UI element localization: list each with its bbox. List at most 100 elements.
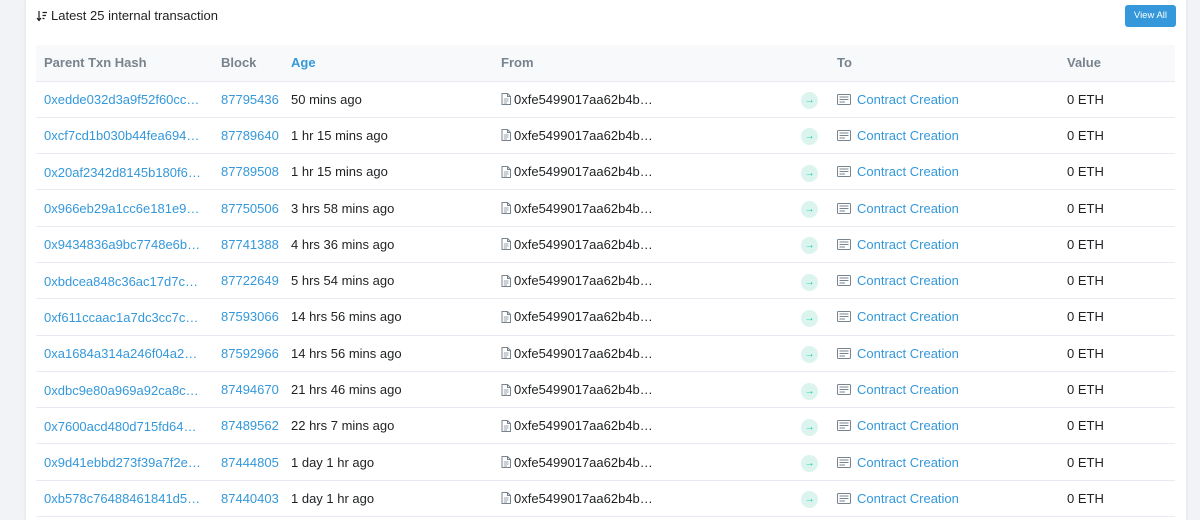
- contract-creation-link[interactable]: Contract Creation: [857, 309, 959, 324]
- age-text: 1 hr 15 mins ago: [291, 164, 388, 180]
- cell-direction: →: [793, 298, 829, 336]
- from-address[interactable]: 0xfe5499017aa62b4b48…: [514, 418, 657, 433]
- block-link[interactable]: 87750506: [221, 201, 279, 216]
- document-icon: [501, 383, 511, 396]
- cell-block: 87795436: [213, 81, 283, 118]
- block-link[interactable]: 87741388: [221, 237, 279, 252]
- cell-parent-txn-hash: 0x9434836a9bc7748e6b…: [36, 226, 213, 263]
- contract-icon: [837, 420, 851, 432]
- cell-block: 87444805: [213, 443, 283, 481]
- value-text: 0 ETH: [1067, 345, 1104, 361]
- block-link[interactable]: 87593066: [221, 309, 279, 324]
- from-address[interactable]: 0xfe5499017aa62b4b48…: [514, 309, 657, 324]
- cell-to: Contract Creation: [829, 298, 1059, 336]
- from-address[interactable]: 0xfe5499017aa62b4b48…: [514, 164, 657, 179]
- from-address[interactable]: 0xfe5499017aa62b4b48…: [514, 237, 657, 252]
- block-link[interactable]: 87444805: [221, 455, 279, 470]
- arrow-right-icon: →: [801, 418, 818, 436]
- cell-direction: →: [793, 81, 829, 118]
- contract-creation-link[interactable]: Contract Creation: [857, 491, 959, 506]
- cell-parent-txn-hash: 0x7600acd480d715fd64…: [36, 407, 213, 445]
- document-icon: [501, 93, 511, 106]
- block-link[interactable]: 87789508: [221, 164, 279, 179]
- block-link[interactable]: 87489562: [221, 418, 279, 433]
- parent-txn-hash-link[interactable]: 0x7600acd480d715fd64…: [44, 419, 197, 434]
- from-address[interactable]: 0xfe5499017aa62b4b48…: [514, 382, 657, 397]
- cell-age: 21 hrs 46 mins ago: [283, 371, 493, 409]
- block-link[interactable]: 87440403: [221, 491, 279, 506]
- cell-from: 0xfe5499017aa62b4b48…: [493, 335, 793, 372]
- cell-age: 50 mins ago: [283, 81, 493, 118]
- cell-to: Contract Creation: [829, 443, 1059, 481]
- value-text: 0 ETH: [1067, 200, 1104, 216]
- cell-direction: →: [793, 226, 829, 263]
- table-row: 0x7600acd480d715fd64… 87489562 22 hrs 7 …: [36, 407, 1175, 445]
- document-icon: [501, 129, 511, 142]
- cell-parent-txn-hash: 0xcf7cd1b030b44fea694…: [36, 117, 213, 155]
- parent-txn-hash-link[interactable]: 0x9434836a9bc7748e6b…: [44, 237, 200, 252]
- contract-icon: [837, 384, 851, 396]
- from-address[interactable]: 0xfe5499017aa62b4b48…: [514, 491, 657, 506]
- value-text: 0 ETH: [1067, 91, 1104, 107]
- parent-txn-hash-link[interactable]: 0x966eb29a1cc6e181e9…: [44, 201, 199, 216]
- contract-icon: [837, 202, 851, 214]
- age-text: 14 hrs 56 mins ago: [291, 309, 402, 325]
- parent-txn-hash-link[interactable]: 0xedde032d3a9f52f60cc…: [44, 92, 199, 107]
- block-link[interactable]: 87592966: [221, 346, 279, 361]
- parent-txn-hash-link[interactable]: 0x9d41ebbd273f39a7f2e…: [44, 455, 201, 470]
- parent-txn-hash-link[interactable]: 0xa1684a314a246f04a2…: [44, 346, 197, 361]
- block-link[interactable]: 87789640: [221, 128, 279, 143]
- cell-from: 0xfe5499017aa62b4b48…: [493, 117, 793, 155]
- from-address[interactable]: 0xfe5499017aa62b4b48…: [514, 455, 657, 470]
- parent-txn-hash-link[interactable]: 0xcf7cd1b030b44fea694…: [44, 128, 199, 143]
- cell-block: 87750506: [213, 189, 283, 227]
- cell-direction: →: [793, 262, 829, 300]
- parent-txn-hash-link[interactable]: 0xdbc9e80a969a92ca8c…: [44, 383, 199, 398]
- block-link[interactable]: 87494670: [221, 382, 279, 397]
- contract-creation-link[interactable]: Contract Creation: [857, 455, 959, 470]
- table-row: 0x9434836a9bc7748e6b… 87741388 4 hrs 36 …: [36, 226, 1175, 263]
- table-row: 0x966eb29a1cc6e181e9… 87750506 3 hrs 58 …: [36, 189, 1175, 227]
- cell-from: 0xfe5499017aa62b4b48…: [493, 189, 793, 227]
- card-title-text: Latest 25 internal transaction: [51, 8, 218, 23]
- cell-direction: →: [793, 189, 829, 227]
- parent-txn-hash-link[interactable]: 0xf611ccaac1a7dc3cc7c…: [44, 310, 198, 325]
- from-address[interactable]: 0xfe5499017aa62b4b48…: [514, 346, 657, 361]
- cell-age: 5 hrs 54 mins ago: [283, 262, 493, 300]
- cell-parent-txn-hash: 0x20af2342d8145b180f6…: [36, 153, 213, 191]
- from-address[interactable]: 0xfe5499017aa62b4b48…: [514, 92, 657, 107]
- contract-creation-link[interactable]: Contract Creation: [857, 237, 959, 252]
- cell-value: 0 ETH: [1059, 117, 1175, 155]
- cell-to: Contract Creation: [829, 335, 1059, 372]
- contract-creation-link[interactable]: Contract Creation: [857, 273, 959, 288]
- sort-icon[interactable]: [36, 10, 48, 22]
- contract-creation-link[interactable]: Contract Creation: [857, 128, 959, 143]
- from-address[interactable]: 0xfe5499017aa62b4b48…: [514, 201, 657, 216]
- contract-icon: [837, 347, 851, 359]
- block-link[interactable]: 87722649: [221, 273, 279, 288]
- contract-creation-link[interactable]: Contract Creation: [857, 382, 959, 397]
- contract-creation-link[interactable]: Contract Creation: [857, 164, 959, 179]
- contract-icon: [837, 166, 851, 178]
- contract-creation-link[interactable]: Contract Creation: [857, 92, 959, 107]
- cell-block: 87789640: [213, 117, 283, 155]
- cell-from: 0xfe5499017aa62b4b48…: [493, 298, 793, 336]
- contract-creation-link[interactable]: Contract Creation: [857, 346, 959, 361]
- block-link[interactable]: 87795436: [221, 92, 279, 107]
- column-header-from: From: [493, 45, 793, 82]
- from-address[interactable]: 0xfe5499017aa62b4b48…: [514, 273, 657, 288]
- view-all-button[interactable]: View All: [1124, 5, 1176, 27]
- contract-creation-link[interactable]: Contract Creation: [857, 418, 959, 433]
- column-header-block: Block: [213, 45, 283, 82]
- card-title: Latest 25 internal transaction: [36, 8, 218, 23]
- table-row: 0xdbc9e80a969a92ca8c… 87494670 21 hrs 46…: [36, 371, 1175, 409]
- parent-txn-hash-link[interactable]: 0x20af2342d8145b180f6…: [44, 165, 201, 180]
- cell-to: Contract Creation: [829, 81, 1059, 118]
- cell-from: 0xfe5499017aa62b4b48…: [493, 153, 793, 191]
- parent-txn-hash-link[interactable]: 0xb578c76488461841d5…: [44, 491, 200, 506]
- column-header-age[interactable]: Age: [283, 45, 493, 82]
- table-row: 0xa1684a314a246f04a2… 87592966 14 hrs 56…: [36, 335, 1175, 372]
- from-address[interactable]: 0xfe5499017aa62b4b48…: [514, 128, 657, 143]
- parent-txn-hash-link[interactable]: 0xbdcea848c36ac17d7c…: [44, 274, 198, 289]
- contract-creation-link[interactable]: Contract Creation: [857, 201, 959, 216]
